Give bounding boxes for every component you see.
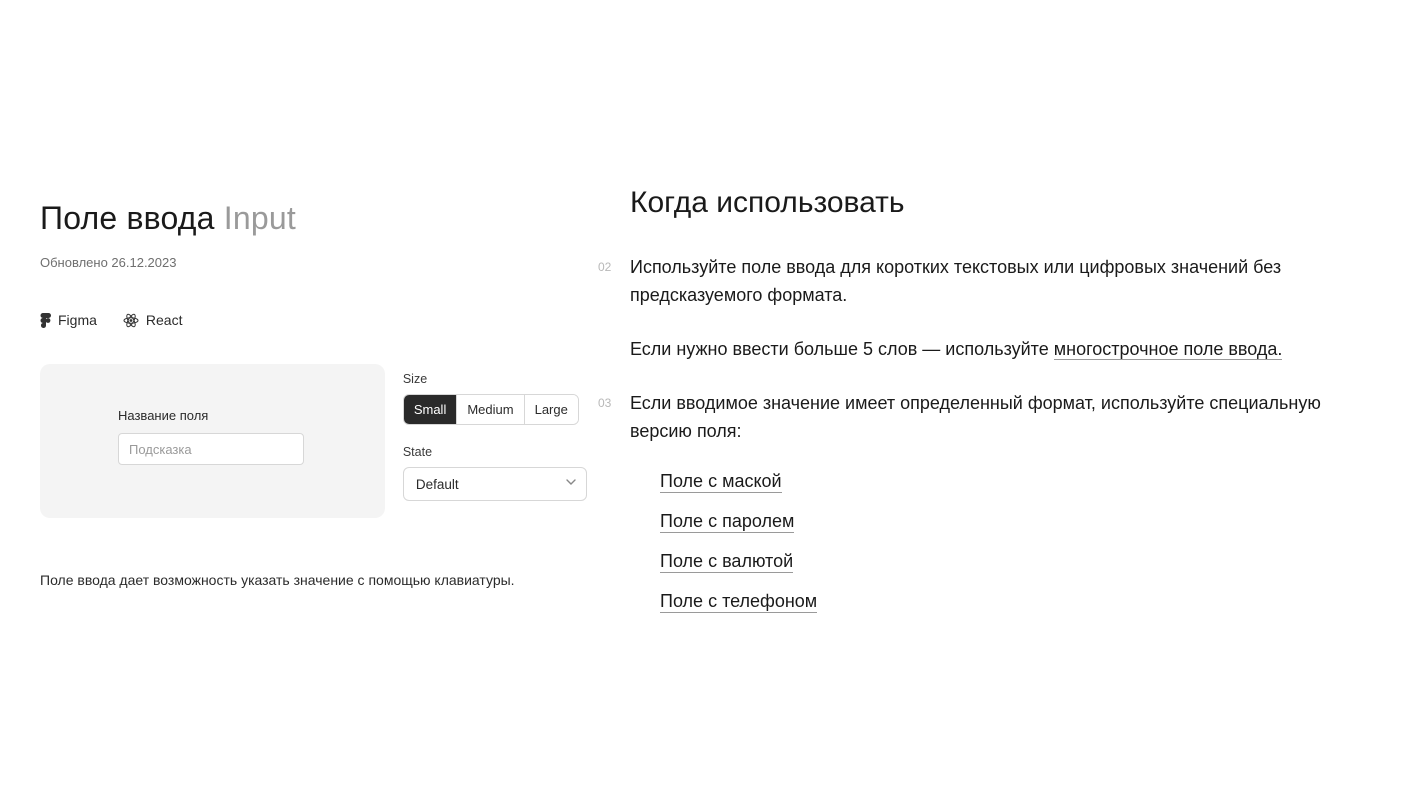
phone-field-link[interactable]: Поле с телефоном [660, 591, 817, 613]
usage-paragraph-03: Если вводимое значение имеет определенны… [630, 393, 1321, 441]
title-main: Поле ввода [40, 200, 215, 236]
page-title: Поле ввода Input [40, 200, 590, 237]
updated-date: Обновлено 26.12.2023 [40, 255, 590, 270]
demo-preview: Название поля [40, 364, 385, 518]
state-control-label: State [403, 445, 590, 459]
usage-paragraph-02a: Используйте поле ввода для коротких текс… [630, 257, 1281, 305]
react-icon [123, 313, 139, 328]
figma-icon [40, 313, 51, 328]
lead-paragraph: Поле ввода дает возможность указать знач… [40, 572, 590, 588]
mask-field-link[interactable]: Поле с маской [660, 471, 782, 493]
item-number-02: 02 [598, 258, 611, 277]
state-select[interactable]: Default [403, 467, 587, 501]
figma-link[interactable]: Figma [40, 312, 97, 328]
currency-field-link[interactable]: Поле с валютой [660, 551, 793, 573]
react-link-label: React [146, 312, 183, 328]
section-title-when-to-use: Когда использовать [630, 186, 1390, 220]
size-segmented-control: Small Medium Large [403, 394, 579, 425]
size-control-label: Size [403, 372, 590, 386]
react-link[interactable]: React [123, 312, 183, 328]
state-select-value: Default [416, 477, 459, 492]
size-option-medium[interactable]: Medium [457, 395, 524, 424]
special-field-list: Поле с маской Поле с паролем Поле с валю… [630, 471, 1390, 613]
size-option-large[interactable]: Large [525, 395, 578, 424]
figma-link-label: Figma [58, 312, 97, 328]
item-number-03: 03 [598, 394, 611, 413]
demo-field-label: Название поля [118, 408, 385, 423]
password-field-link[interactable]: Поле с паролем [660, 511, 794, 533]
multiline-input-link[interactable]: многострочное поле ввода. [1054, 339, 1283, 360]
title-sub: Input [224, 200, 296, 236]
size-option-small[interactable]: Small [404, 395, 458, 424]
usage-paragraph-02b-text: Если нужно ввести больше 5 слов — исполь… [630, 339, 1054, 359]
demo-input[interactable] [118, 433, 304, 465]
